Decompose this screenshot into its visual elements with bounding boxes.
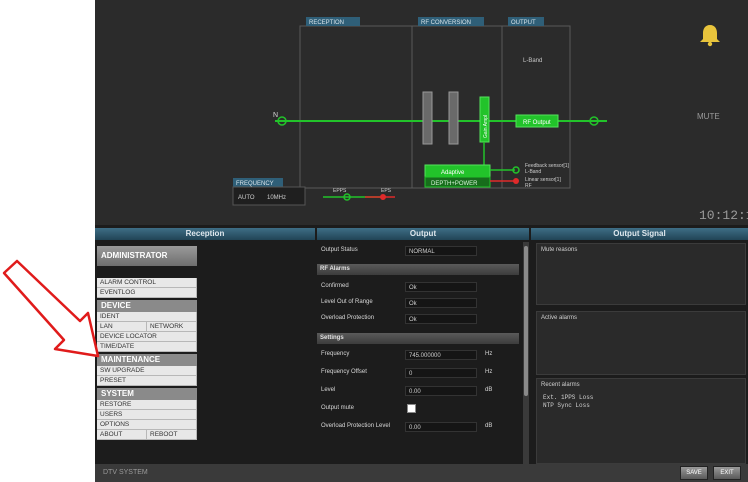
reception-tag-label: RECEPTION (309, 20, 344, 26)
menu-ident[interactable]: IDENT (97, 312, 197, 322)
reception-box (299, 25, 413, 189)
menu-events-log[interactable]: EVENTLOG (97, 288, 197, 298)
confirmed-value: Ok (405, 282, 477, 292)
input-marker: N (273, 112, 278, 119)
system-header: SYSTEM (97, 388, 197, 400)
signal-flow-diagram: RECEPTION RF CONVERSION OUTPUT L-Band N … (232, 17, 607, 206)
recent-alarm-item-2: NTP Sync Loss (543, 402, 590, 409)
output-status-row: Output Status NORMAL (317, 244, 517, 258)
frequency-offset-input[interactable]: 0 (405, 368, 477, 378)
linear-node (513, 178, 519, 184)
adaptive-label: Adaptive (441, 170, 465, 176)
frequency-auto: AUTO (238, 195, 255, 201)
confirmed-label: Confirmed (321, 283, 349, 289)
confirmed-row: Confirmed Ok (317, 280, 517, 294)
level-label: Level (321, 387, 336, 393)
l-band-label: L-Band (523, 58, 542, 64)
mute-reasons-box: Mute reasons (536, 243, 746, 305)
linear-label-2: RF (525, 183, 532, 189)
output-tag-label: OUTPUT (511, 20, 536, 26)
recent-alarms-title: Recent alarms (541, 382, 580, 388)
frequency-offset-unit: Hz (485, 369, 493, 375)
feedback-label-2: L-Band (525, 169, 541, 175)
menu-options[interactable]: OPTIONS (97, 420, 197, 430)
rf-conversion-tag-label: RF CONVERSION (421, 20, 471, 26)
output-panel-scrollbar[interactable] (523, 242, 529, 464)
menu-network[interactable]: NETWORK (147, 322, 197, 332)
level-out-row: Level Out of Range Ok (317, 296, 517, 310)
eps-label: EPS (381, 188, 392, 194)
maintenance-header: MAINTENANCE (97, 354, 197, 366)
mute-reasons-title: Mute reasons (541, 247, 578, 253)
converter-module-2 (448, 91, 459, 145)
administrator-header: ADMINISTRATOR (97, 246, 197, 266)
menu-alarm-control[interactable]: ALARM CONTROL (97, 278, 197, 288)
overload-value: Ok (405, 314, 477, 324)
signal-diagram-panel: RECEPTION RF CONVERSION OUTPUT L-Band N … (95, 0, 748, 225)
clock: 10:12:17 (699, 208, 748, 223)
save-button[interactable]: SAVE (680, 466, 708, 480)
gain-amp-label: Gain Ampl (483, 115, 489, 138)
mute-indicator: MUTE (697, 112, 720, 121)
alarm-bell-icon[interactable] (697, 22, 723, 48)
output-status-value: NORMAL (405, 246, 477, 256)
application-window: RECEPTION RF CONVERSION OUTPUT L-Band N … (95, 0, 748, 482)
output-column-header: Output (317, 228, 529, 240)
status-bar: DTV SYSTEM (95, 464, 748, 482)
menu-about[interactable]: ABOUT (97, 430, 147, 440)
level-unit: dB (485, 387, 493, 393)
overload-level-input[interactable]: 0.00 (405, 422, 477, 432)
status-bar-label: DTV SYSTEM (103, 469, 148, 476)
admin-sidebar: ADMINISTRATOR ALARM CONTROL EVENTLOG DEV… (97, 242, 197, 440)
level-input[interactable]: 0.00 (405, 386, 477, 396)
menu-time-date[interactable]: TIME/DATE (97, 342, 197, 352)
rf-output-label: RF Output (523, 120, 551, 126)
depth-power-label: DEPTH+POWER (431, 181, 478, 187)
recent-alarms-box: Recent alarms Ext. 1PPS Loss NTP Sync Lo… (536, 378, 746, 464)
output-mute-checkbox[interactable] (407, 404, 416, 413)
menu-reboot[interactable]: REBOOT (147, 430, 197, 440)
frequency-offset-label: Frequency Offset (321, 369, 367, 375)
rf-alarms-section: RF Alarms (317, 264, 519, 275)
settings-section: Settings (317, 333, 519, 344)
scrollbar-thumb[interactable] (524, 246, 528, 396)
level-row: Level 0.00 dB (317, 384, 517, 398)
frequency-row: Frequency 745.000000 Hz (317, 348, 517, 362)
reception-column-header: Reception (95, 228, 315, 240)
output-mute-label: Output mute (321, 405, 355, 411)
device-header: DEVICE (97, 300, 197, 312)
menu-restore[interactable]: RESTORE (97, 400, 197, 410)
overload-level-row: Overload Protection Level 0.00 dB (317, 420, 517, 434)
frequency-tag-label: FREQUENCY (236, 181, 274, 187)
frequency-unit: Hz (485, 351, 493, 357)
frequency-input[interactable]: 745.000000 (405, 350, 477, 360)
menu-device-locator[interactable]: DEVICE LOCATOR (97, 332, 197, 342)
overload-row: Overload Protection Ok (317, 312, 517, 326)
frequency-label: Frequency (321, 351, 350, 357)
output-status-label: Output Status (321, 247, 358, 253)
frequency-offset-row: Frequency Offset 0 Hz (317, 366, 517, 380)
converter-module-1 (422, 91, 433, 145)
level-out-label: Level Out of Range (321, 299, 373, 305)
output-mute-row: Output mute (317, 402, 517, 416)
overload-label: Overload Protection (321, 315, 375, 321)
recent-alarm-item-1: Ext. 1PPS Loss (543, 394, 594, 401)
annotation-arrow-icon (2, 259, 100, 358)
epps-label: EPPS (333, 188, 347, 194)
menu-sw-upgrade[interactable]: SW UPGRADE (97, 366, 197, 376)
menu-users[interactable]: USERS (97, 410, 197, 420)
frequency-value: 10MHz (267, 195, 286, 201)
level-out-value: Ok (405, 298, 477, 308)
exit-button[interactable]: EXIT (713, 466, 741, 480)
overload-level-label: Overload Protection Level (321, 423, 391, 429)
active-alarms-title: Active alarms (541, 315, 578, 321)
menu-preset[interactable]: PRESET (97, 376, 197, 386)
overload-level-unit: dB (485, 423, 493, 429)
output-signal-column-header: Output Signal (531, 228, 748, 240)
active-alarms-box: Active alarms (536, 311, 746, 375)
